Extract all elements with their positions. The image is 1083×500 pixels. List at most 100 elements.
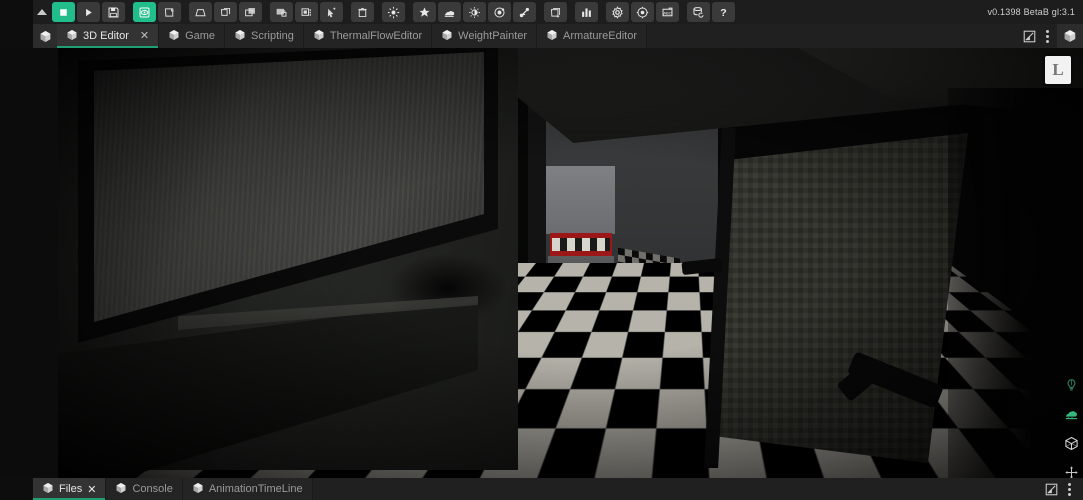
brightness-button[interactable] [463, 2, 486, 22]
delete-button[interactable] [351, 2, 374, 22]
square-outline-icon [163, 6, 176, 19]
tabbar-right-controls [1020, 24, 1057, 48]
version-label: v0.1398 BetaB gl:3.1 [987, 7, 1083, 17]
tab-menu-button[interactable] [1040, 30, 1055, 43]
viewport-wireframe-toggle[interactable] [1062, 437, 1080, 455]
toolbar-collapse-button[interactable] [33, 0, 51, 24]
cube-wire-icon [1064, 436, 1079, 456]
editor-tab-bar: 3D Editor✕GameScripting ThermalFlowEditor… [0, 24, 1083, 48]
viewport-render-canvas[interactable] [58, 48, 1083, 478]
layer-lock-icon [275, 6, 288, 19]
viewport-3d[interactable]: L [58, 48, 1083, 478]
cube-icon [42, 482, 54, 494]
tab-icon [546, 29, 558, 44]
tab-close-button[interactable]: ✕ [140, 31, 149, 42]
tabbar-home-icon-button[interactable] [33, 24, 57, 48]
bottom-tab-close-button[interactable]: ✕ [87, 483, 96, 496]
tab-icon [192, 482, 204, 497]
help-button[interactable]: ? [712, 2, 735, 22]
duplicate-shape-button[interactable] [214, 2, 237, 22]
tab-scripting[interactable]: Scripting [225, 24, 304, 48]
export-abc-button[interactable]: ABC [656, 2, 679, 22]
armature-button[interactable] [513, 2, 536, 22]
cube-icon [441, 29, 453, 41]
tab-armatureeditor[interactable]: ArmatureEditor [537, 24, 647, 48]
kebab-dot [1068, 483, 1071, 486]
new-object-button[interactable] [158, 2, 181, 22]
stop-button[interactable] [52, 2, 75, 22]
tree-icon [1064, 407, 1079, 427]
copy-layers-icon [244, 6, 257, 19]
tab-weightpainter[interactable]: WeightPainter [432, 24, 537, 48]
favorite-button[interactable] [413, 2, 436, 22]
add-cube-button[interactable] [544, 2, 567, 22]
floppy-disk-icon [107, 6, 120, 19]
scene-back-wall-upper [545, 166, 615, 234]
tab-3d-editor[interactable]: 3D Editor✕ [57, 24, 159, 48]
terrain-button[interactable] [438, 2, 461, 22]
play-button[interactable] [77, 2, 100, 22]
target-circle-icon [636, 6, 649, 19]
viewport-tool-strip [1059, 373, 1083, 478]
lock-object-button[interactable] [270, 2, 293, 22]
view-orientation-gizmo[interactable]: L [1043, 53, 1073, 87]
bottombar-left-gutter [0, 478, 33, 500]
cube-icon [1063, 29, 1077, 43]
svg-text:ABC: ABC [663, 10, 671, 15]
question-mark-icon: ? [717, 6, 730, 19]
contrast-circle-icon [468, 6, 481, 19]
database-refresh-icon [692, 6, 705, 19]
viewport-terrain-toggle[interactable] [1062, 408, 1080, 426]
select-pointer-button[interactable] [320, 2, 343, 22]
tab-icon [66, 29, 78, 44]
sun-burst-icon [387, 6, 400, 19]
group-object-button[interactable] [295, 2, 318, 22]
cube-icon [168, 29, 180, 41]
trapezoid-outline-icon [194, 6, 207, 19]
light-bulb-icon [1064, 378, 1079, 398]
tab-label: ArmatureEditor [563, 30, 637, 42]
split-panel-button[interactable] [1042, 480, 1060, 498]
copy-object-button[interactable] [239, 2, 262, 22]
bottom-tab-files[interactable]: Files✕ [33, 478, 106, 500]
save-button[interactable] [102, 2, 125, 22]
gizmo-cube-face[interactable]: L [1045, 56, 1071, 84]
toolbar-left-gutter [0, 0, 33, 24]
panel-menu-button[interactable] [1062, 483, 1077, 496]
preview-button[interactable] [133, 2, 156, 22]
tab-label: ThermalFlowEditor [330, 30, 422, 42]
tabbar-add-tab-button[interactable] [1057, 24, 1083, 48]
scene-right-door-texture [718, 133, 968, 463]
bottom-tab-animationtimeline[interactable]: AnimationTimeLine [183, 478, 313, 500]
cube-icon [66, 29, 78, 41]
stop-square-icon [57, 6, 70, 19]
stats-button[interactable] [575, 2, 598, 22]
atom-orbit-icon [493, 6, 506, 19]
tabbar-spacer [647, 24, 1020, 48]
bottom-tab-label: Console [132, 483, 172, 495]
tab-thermalfloweditor[interactable]: ThermalFlowEditor [304, 24, 432, 48]
light-button[interactable] [382, 2, 405, 22]
eye-in-frame-icon [138, 6, 151, 19]
cube-icon [115, 482, 127, 494]
tab-game[interactable]: Game [159, 24, 225, 48]
viewport-move-tool[interactable] [1062, 466, 1080, 478]
cube-icon [39, 30, 52, 43]
bottombar-right-controls [1042, 478, 1083, 500]
physics-button[interactable] [488, 2, 511, 22]
star-icon [418, 6, 431, 19]
bar-chart-icon [580, 6, 593, 19]
database-refresh-button[interactable] [687, 2, 710, 22]
tab-icon [115, 482, 127, 497]
split-panel-button[interactable] [1020, 27, 1038, 45]
kebab-dot [1046, 40, 1049, 43]
cube-icon [546, 29, 558, 41]
target-button[interactable] [631, 2, 654, 22]
tabbar-left-gutter [0, 24, 33, 48]
bottom-tab-console[interactable]: Console [106, 478, 182, 500]
new-mesh-button[interactable] [189, 2, 212, 22]
svg-text:?: ? [720, 7, 726, 19]
viewport-light-toggle[interactable] [1062, 379, 1080, 397]
cube-icon [234, 29, 246, 41]
settings-button[interactable] [606, 2, 629, 22]
